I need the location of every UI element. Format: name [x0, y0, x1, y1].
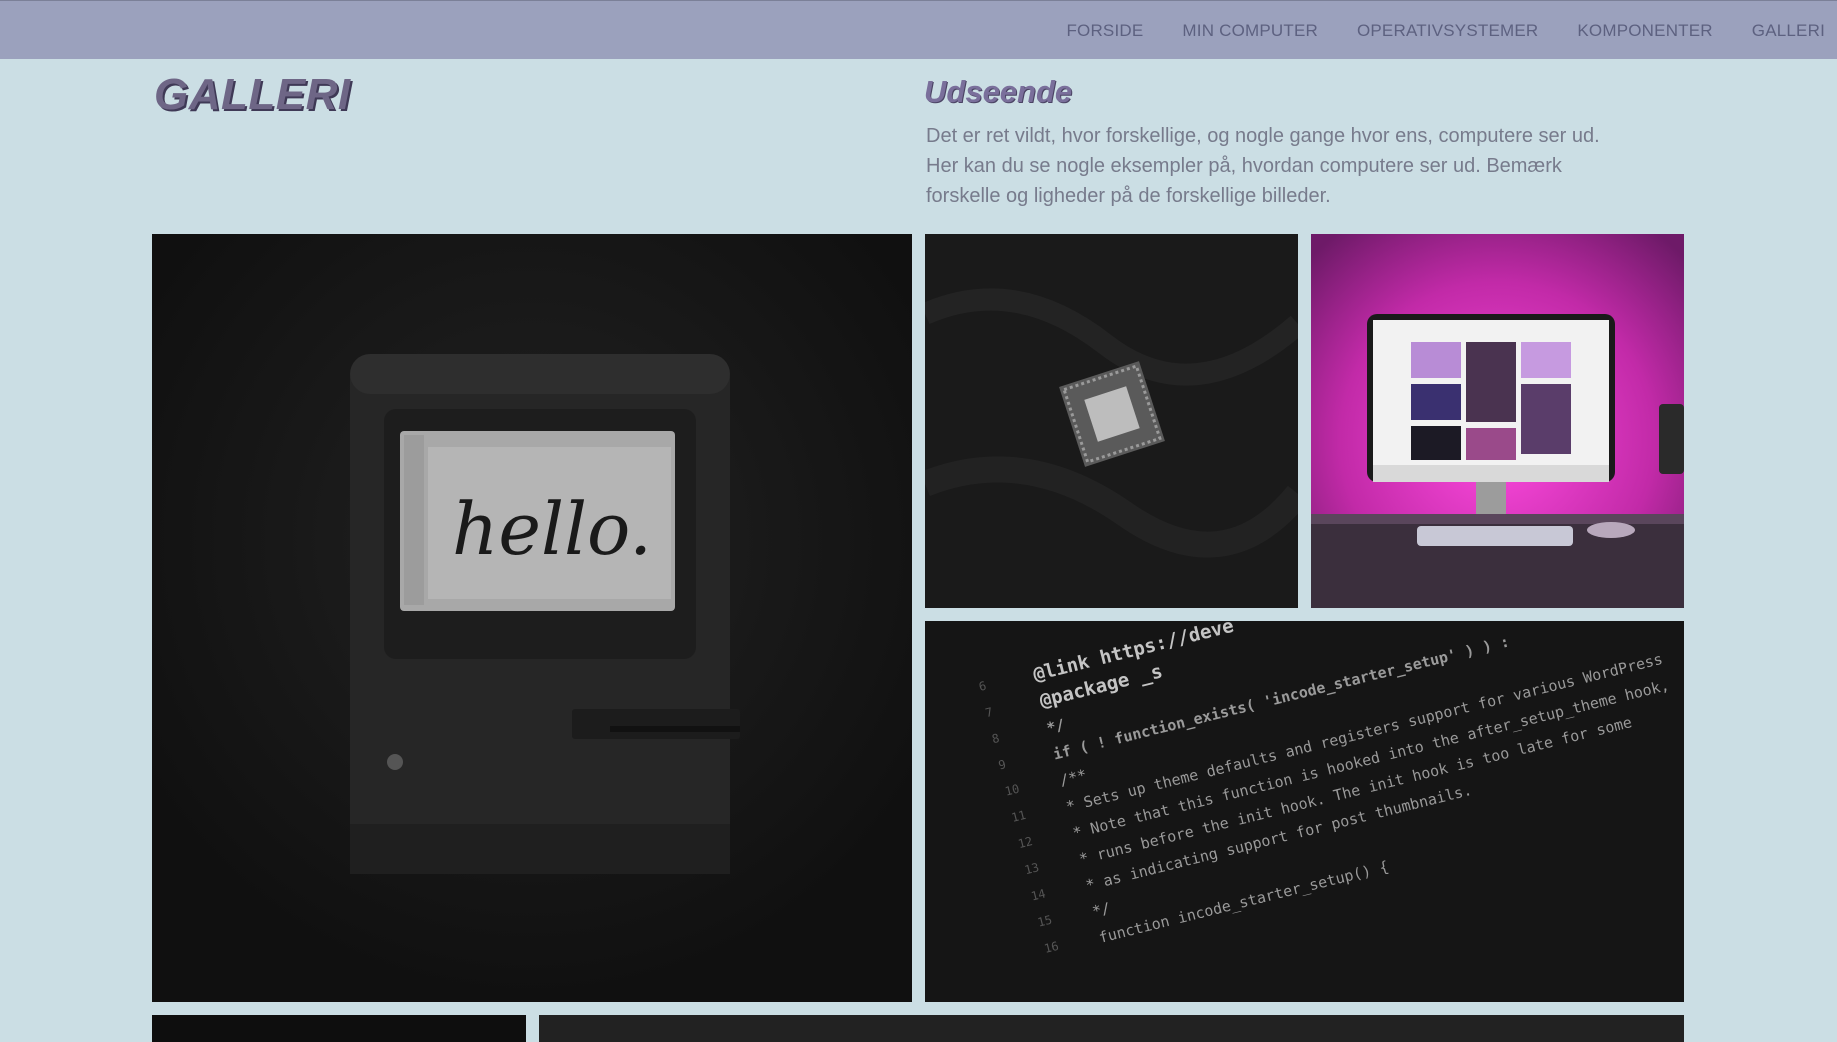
- nav-item-forside[interactable]: FORSIDE: [1066, 21, 1143, 41]
- top-navigation-bar: FORSIDE MIN COMPUTER OPERATIVSYSTEMER KO…: [0, 0, 1837, 59]
- nav-item-operativsystemer[interactable]: OPERATIVSYSTEMER: [1357, 21, 1538, 41]
- nav-item-min-computer[interactable]: MIN COMPUTER: [1182, 21, 1318, 41]
- gallery-image-bottom-left[interactable]: [152, 1015, 526, 1042]
- page-title: GALLERI: [154, 70, 351, 119]
- gallery-image-imac[interactable]: [1311, 234, 1684, 608]
- mac-screen-text: hello.: [452, 487, 652, 571]
- macintosh-illustration: hello.: [152, 234, 912, 1002]
- gallery-image-code[interactable]: @link https://deve @package _s */if ( ! fu…: [925, 621, 1684, 1002]
- code-illustration: @link https://deve@package _s*/if ( ! fu…: [925, 621, 1684, 1002]
- gallery-image-bottom-right[interactable]: [539, 1015, 1684, 1042]
- gallery-image-cpu[interactable]: [925, 234, 1298, 608]
- imac-illustration: [1311, 234, 1684, 608]
- nav-item-galleri[interactable]: GALLERI: [1752, 21, 1825, 41]
- gallery-image-macintosh[interactable]: hello.: [152, 234, 912, 1002]
- main-nav: FORSIDE MIN COMPUTER OPERATIVSYSTEMER KO…: [1066, 1, 1825, 60]
- cpu-illustration: [925, 234, 1298, 608]
- nav-item-komponenter[interactable]: KOMPONENTER: [1577, 21, 1712, 41]
- section-description: Det er ret vildt, hvor forskellige, og n…: [926, 125, 1600, 207]
- section-title: Udseende: [924, 74, 1073, 109]
